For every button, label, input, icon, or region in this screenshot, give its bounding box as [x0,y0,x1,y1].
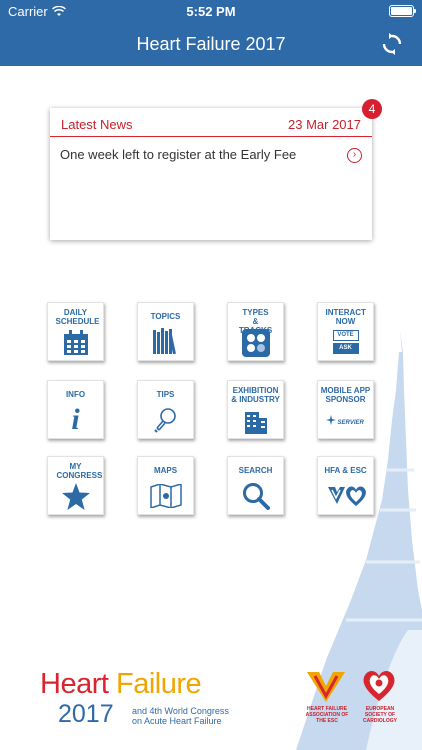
menu-label: TOPICS [150,312,181,321]
battery-icon [389,5,416,17]
menu-label: SEARCH [238,466,273,475]
menu-exhibition-industry[interactable]: EXHIBITION & INDUSTRY [227,380,284,439]
menu-my-congress[interactable]: MY CONGRESS [47,456,104,515]
ask-label: ASK [332,343,359,354]
esc-heart-logo [363,670,395,701]
congress-brand: Heart Failure 2017 and 4th World Congres… [40,668,229,729]
brand-subtitle: and 4th World Congress on Acute Heart Fa… [132,706,229,726]
brand-subtitle-line-2: on Acute Heart Failure [132,716,222,726]
news-card[interactable]: Latest News 23 Mar 2017 4 One week left … [50,99,382,240]
menu-maps[interactable]: MAPS [137,456,194,515]
news-title: Latest News [61,117,133,132]
menu-topics[interactable]: TOPICS [137,302,194,361]
brand-title: Heart Failure [40,668,202,700]
menu-label: HFA & ESC [324,466,367,475]
news-item[interactable]: One week left to register at the Early F… [60,147,296,162]
map-icon [149,484,182,508]
sponsor-name: SERVIER [337,420,364,426]
servier-logo: SERVIER [325,415,366,429]
vote-ask-icon: VOTE ASK [332,330,359,354]
brand-year: 2017 [58,700,114,728]
menu-tips[interactable]: TIPS [137,380,194,439]
menu-label: MOBILE APP SPONSOR [320,386,371,404]
menu-interact-now[interactable]: INTERACT NOW VOTE ASK [317,302,374,361]
menu-search[interactable]: SEARCH [227,456,284,515]
menu-label: INFO [65,390,86,399]
calendar-icon [63,330,88,355]
news-date: 23 Mar 2017 [288,117,361,132]
servier-star-icon [325,415,336,425]
brand-subtitle-line-1: and 4th World Congress [132,706,229,716]
menu-label: MAPS [153,466,178,475]
menu-info[interactable]: INFO i [47,380,104,439]
tracks-icon [241,329,270,357]
search-icon [242,483,270,510]
refresh-icon[interactable] [380,32,404,56]
star-icon [61,483,90,510]
esc-logo-text: EUROPEAN SOCIETY OF CARDIOLOGY [363,706,397,724]
lightbulb-icon [153,408,176,433]
menu-label: TIPS [156,390,175,399]
chevron-right-icon[interactable]: › [347,148,362,163]
menu-types-tracks[interactable]: TYPES & TRACKS [227,302,284,361]
hfa-logo [307,672,345,702]
brand-heart-word: Heart [40,668,109,700]
news-count-badge: 4 [362,99,382,119]
page-title: Heart Failure 2017 [136,34,286,54]
hearts-icon [327,486,366,506]
info-icon: i [71,403,80,436]
hfa-logo-text: HEART FAILURE ASSOCIATION OF THE ESC [305,706,349,724]
sponsor-logos: HEART FAILURE ASSOCIATION OF THE ESC EUR… [305,668,415,746]
status-time: 5:52 PM [186,4,236,19]
status-bar: Carrier 5:52 PM [0,0,422,22]
menu-mobile-app-sponsor[interactable]: MOBILE APP SPONSOR SERVIER [317,380,374,439]
menu-hfa-esc[interactable]: HFA & ESC [317,456,374,515]
brand-failure-word: Failure [115,668,202,700]
menu-daily-schedule[interactable]: DAILY SCHEDULE [47,302,104,361]
vote-label: VOTE [332,330,359,341]
books-icon [152,328,176,354]
news-header: Latest News 23 Mar 2017 [50,108,372,137]
building-icon [244,412,267,434]
menu-label: DAILY SCHEDULE [55,308,100,326]
menu-label: EXHIBITION & INDUSTRY [231,386,280,404]
menu-label: MY CONGRESS [56,462,103,480]
menu-label: INTERACT NOW [325,308,366,326]
navigation-bar: Carrier 5:52 PM Heart Failure 2017 [0,0,422,66]
